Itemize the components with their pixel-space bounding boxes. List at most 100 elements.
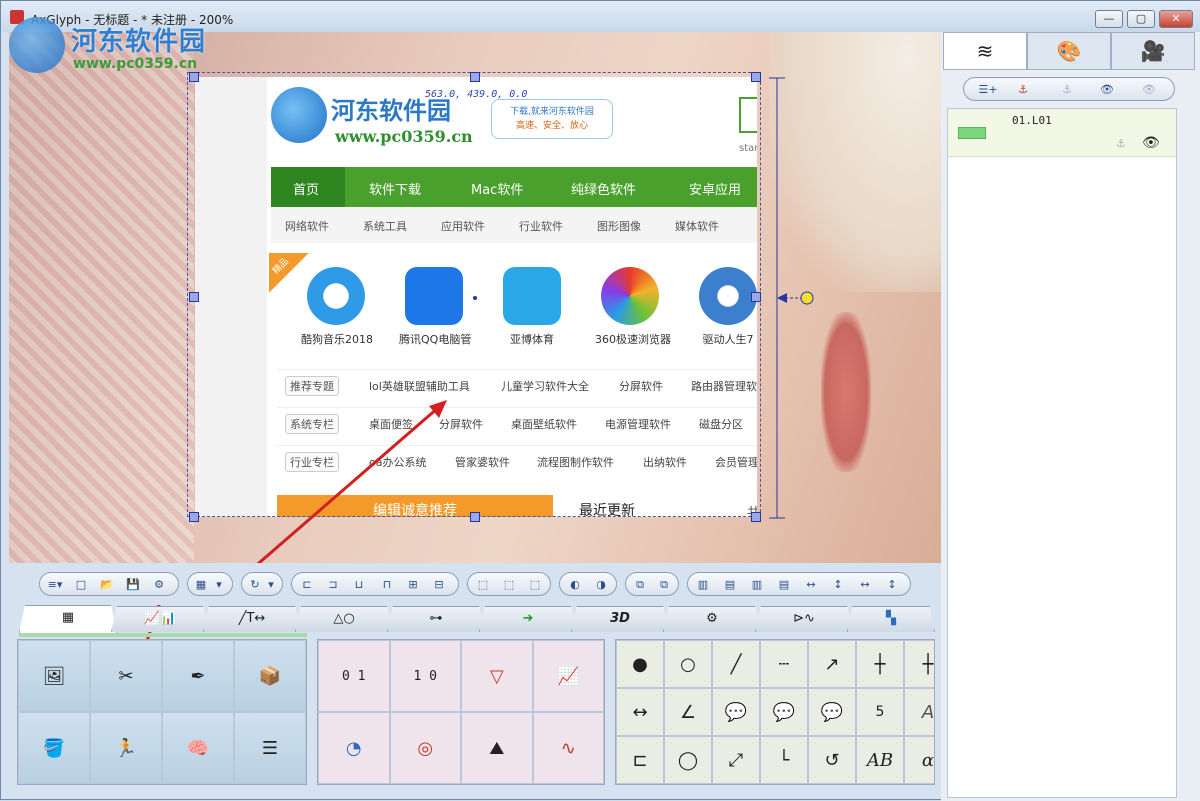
layer-item[interactable]: 01.L01 ⚓ 👁 xyxy=(948,109,1176,157)
align-bottom-icon[interactable]: ⊟ xyxy=(430,576,448,594)
align-center-icon[interactable]: ⊐ xyxy=(324,576,342,594)
color-bar-icon[interactable]: 1 0 xyxy=(389,640,461,712)
number-axis-icon[interactable]: 0 1 xyxy=(318,640,390,712)
tab-charts[interactable]: 📈📊 xyxy=(111,606,209,632)
letter-badge-icon[interactable]: A xyxy=(904,688,934,736)
flip-toolbar-group: ◐ ◑ xyxy=(559,572,617,596)
number-badge-icon[interactable]: 5 xyxy=(856,688,904,736)
grid-toolbar-group: ▦ ▾ xyxy=(187,572,233,596)
anchor-icon[interactable]: ⚓ xyxy=(1014,81,1032,99)
align-top-icon[interactable]: ⊓ xyxy=(378,576,396,594)
drawing-canvas[interactable]: 河东软件园 www.pc0359.cn 下载,就来河东软件园 高速、安全、放心 … xyxy=(9,32,941,563)
same-size-icon[interactable]: ⬚ xyxy=(526,576,544,594)
dashed-line-icon[interactable]: ┄ xyxy=(760,640,808,688)
spacing-icon[interactable]: ↕ xyxy=(829,576,847,594)
running-man-icon[interactable]: 🏃 xyxy=(90,712,162,784)
tab-lines-text[interactable]: ╱T↔ xyxy=(203,606,301,632)
grid-dropdown-icon[interactable]: ▾ xyxy=(210,576,228,594)
angle-icon[interactable]: ∠ xyxy=(664,688,712,736)
active-tab-indicator xyxy=(19,633,307,637)
distribute-icon[interactable]: ▥ xyxy=(748,576,766,594)
eye-disabled-icon: 👁 xyxy=(1142,83,1156,96)
tab-3d[interactable]: 3D xyxy=(571,606,669,632)
list-icon[interactable]: ☰ xyxy=(234,712,306,784)
dot-icon[interactable]: ● xyxy=(616,640,664,688)
right-panel: ≋ 🎨 🎥 ☰+ ⚓ ⚓ 👁 👁 01.L01 ⚓ 👁 xyxy=(941,32,1200,801)
tab-arrows[interactable]: ➜ xyxy=(479,606,577,632)
dimension-icon[interactable]: ↔ xyxy=(616,688,664,736)
tab-misc[interactable]: ▚ xyxy=(847,606,935,632)
arrow-icon[interactable]: ↗ xyxy=(808,640,856,688)
center-point xyxy=(473,296,477,300)
same-width-icon[interactable]: ⬚ xyxy=(474,576,492,594)
style-tab[interactable]: 🎨 xyxy=(1027,32,1111,70)
callout-oval-icon[interactable]: 💬 xyxy=(808,688,856,736)
circle-icon[interactable]: ◯ xyxy=(664,736,712,784)
pen-nib-icon[interactable]: ✒ xyxy=(162,640,234,712)
watermark-url: www.pc0359.cn xyxy=(73,56,198,72)
layer-eye-icon[interactable]: 👁 xyxy=(1142,135,1160,151)
spacing-icon[interactable]: ↔ xyxy=(802,576,820,594)
flip-horizontal-icon[interactable]: ◐ xyxy=(566,576,584,594)
tab-flowchart[interactable]: ⊶ xyxy=(387,606,485,632)
layer-thumbnail xyxy=(958,127,986,139)
tab-mechanical[interactable]: ⚙ xyxy=(663,606,761,632)
save-icon[interactable]: 💾 xyxy=(124,576,142,594)
maximize-button[interactable]: ▢ xyxy=(1127,10,1155,28)
tab-images[interactable]: ▦ xyxy=(19,605,117,633)
crosshair-icon[interactable]: ┼ xyxy=(856,640,904,688)
new-file-icon[interactable]: □ xyxy=(72,576,90,594)
tab-shapes[interactable]: △○ xyxy=(295,606,393,632)
align-left-icon[interactable]: ⊏ xyxy=(298,576,316,594)
add-layer-icon[interactable]: ☰+ xyxy=(974,81,1002,99)
line-icon[interactable]: ╱ xyxy=(712,640,760,688)
axis-cross-icon[interactable]: ┼ xyxy=(904,640,934,688)
distribute-icon[interactable]: ▤ xyxy=(721,576,739,594)
close-button[interactable]: ✕ xyxy=(1159,10,1193,28)
settings-icon[interactable]: ⚙ xyxy=(150,576,168,594)
insert-image-icon[interactable]: 🖼 xyxy=(18,640,90,712)
new-menu-icon[interactable]: ≡▾ xyxy=(46,576,64,594)
circle-dot-icon[interactable]: ○ xyxy=(664,640,712,688)
spacing-icon[interactable]: ↕ xyxy=(883,576,901,594)
text-box-icon[interactable]: ⊏ xyxy=(616,736,664,784)
eye-icon[interactable]: 👁 xyxy=(1098,81,1116,99)
function-plot-icon[interactable]: ▽ xyxy=(461,640,533,712)
surface-plot-icon[interactable]: ⛰ xyxy=(461,712,533,784)
spiral-icon[interactable]: ∿ xyxy=(532,712,604,784)
flip-vertical-icon[interactable]: ◑ xyxy=(592,576,610,594)
bring-front-icon[interactable]: ⧉ xyxy=(631,576,649,594)
minimize-button[interactable]: — xyxy=(1095,10,1123,28)
distribute-icon[interactable]: ▥ xyxy=(694,576,712,594)
paint-bucket-icon[interactable]: 🪣 xyxy=(18,712,90,784)
tab-circuit[interactable]: ⊳∿ xyxy=(755,606,853,632)
text-ab-icon[interactable]: AB xyxy=(856,736,904,784)
same-height-icon[interactable]: ⬚ xyxy=(500,576,518,594)
rotate-arrow-icon[interactable]: ↺ xyxy=(808,736,856,784)
right-angle-icon[interactable]: └ xyxy=(760,736,808,784)
anchor-disabled-icon: ⚓ xyxy=(1062,83,1072,96)
animation-tab[interactable]: 🎥 xyxy=(1111,32,1195,70)
brain-gear-icon[interactable]: 🧠 xyxy=(162,712,234,784)
line-chart-icon[interactable]: 📈 xyxy=(532,640,604,712)
double-arrow-icon[interactable]: ⤢ xyxy=(712,736,760,784)
package-icon[interactable]: 📦 xyxy=(234,640,306,712)
callout-round-icon[interactable]: 💬 xyxy=(760,688,808,736)
scissors-icon[interactable]: ✂ xyxy=(90,640,162,712)
layer-anchor-icon[interactable]: ⚓ xyxy=(1116,137,1126,150)
polar-chart-icon[interactable]: ◎ xyxy=(389,712,461,784)
rotate-dropdown-icon[interactable]: ▾ xyxy=(262,576,280,594)
pie-chart-icon[interactable]: ◔ xyxy=(318,712,390,784)
align-middle-icon[interactable]: ⊞ xyxy=(404,576,422,594)
distribute-icon[interactable]: ▤ xyxy=(775,576,793,594)
image-palette: 🖼 ✂ ✒ 📦 🪣 🏃 🧠 ☰ xyxy=(17,639,307,785)
spacing-icon[interactable]: ↔ xyxy=(856,576,874,594)
callout-rect-icon[interactable]: 💬 xyxy=(712,688,760,736)
layers-tab[interactable]: ≋ xyxy=(943,32,1027,70)
send-back-icon[interactable]: ⧉ xyxy=(655,576,673,594)
order-toolbar-group: ⧉ ⧉ xyxy=(625,572,679,596)
open-folder-icon[interactable]: 📂 xyxy=(98,576,116,594)
grid-icon[interactable]: ▦ xyxy=(192,576,210,594)
align-right-icon[interactable]: ⊔ xyxy=(350,576,368,594)
math-symbol-icon[interactable]: α xyxy=(904,736,934,784)
